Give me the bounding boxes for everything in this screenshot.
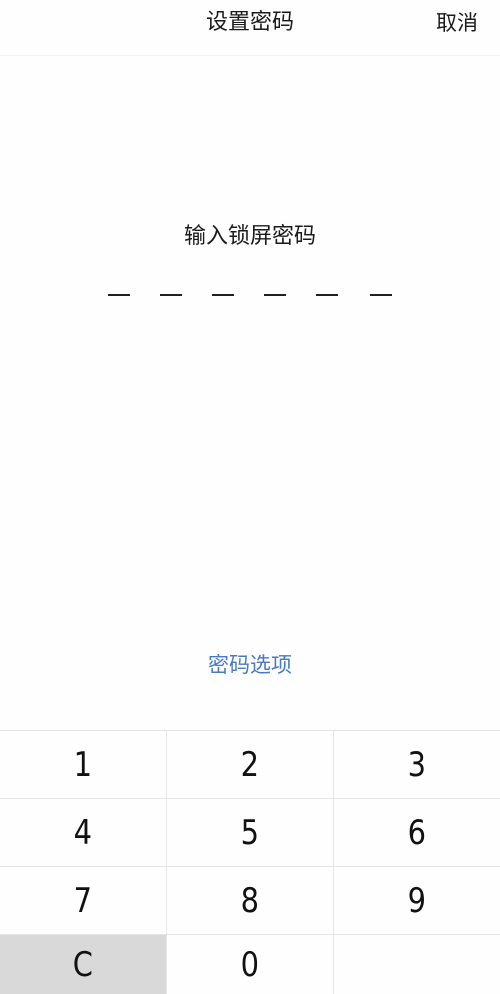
key-5[interactable]: 5 bbox=[167, 799, 334, 867]
key-4-label: 4 bbox=[73, 812, 93, 853]
pin-slot-3 bbox=[212, 294, 234, 296]
password-options-link[interactable]: 密码选项 bbox=[0, 650, 500, 680]
key-0-label: 0 bbox=[240, 945, 260, 985]
key-2-label: 2 bbox=[240, 744, 260, 785]
key-9[interactable]: 9 bbox=[334, 867, 500, 935]
pin-slot-1 bbox=[108, 294, 130, 296]
key-5-label: 5 bbox=[240, 812, 260, 853]
key-8-label: 8 bbox=[240, 880, 260, 921]
key-3-label: 3 bbox=[407, 744, 427, 785]
pin-slot-5 bbox=[316, 294, 338, 296]
key-7[interactable]: 7 bbox=[0, 867, 167, 935]
empty-key bbox=[334, 935, 500, 994]
key-0[interactable]: 0 bbox=[167, 935, 334, 994]
key-1[interactable]: 1 bbox=[0, 731, 167, 799]
key-2[interactable]: 2 bbox=[167, 731, 334, 799]
pin-slot-2 bbox=[160, 294, 182, 296]
page-title: 设置密码 bbox=[205, 10, 294, 35]
key-8[interactable]: 8 bbox=[167, 867, 334, 935]
clear-key-label: C bbox=[72, 945, 94, 985]
pin-slot-4 bbox=[264, 294, 286, 296]
top-bar: 设置密码 取消 bbox=[0, 0, 500, 56]
key-9-label: 9 bbox=[407, 880, 427, 921]
cancel-button[interactable]: 取消 bbox=[436, 8, 478, 38]
pin-prompt: 输入锁屏密码 bbox=[183, 224, 316, 249]
key-4[interactable]: 4 bbox=[0, 799, 167, 867]
key-1-label: 1 bbox=[73, 744, 93, 785]
pin-slot-6 bbox=[370, 294, 392, 296]
key-3[interactable]: 3 bbox=[334, 731, 500, 799]
clear-key[interactable]: C bbox=[0, 935, 167, 994]
key-7-label: 7 bbox=[73, 880, 93, 921]
numeric-keypad: 1 2 3 4 5 6 7 8 9 C 0 bbox=[0, 730, 500, 994]
key-6[interactable]: 6 bbox=[334, 799, 500, 867]
set-password-screen: 设置密码 取消 输入锁屏密码 密码选项 1 2 3 4 5 6 7 8 9 C … bbox=[0, 0, 500, 994]
pin-slots bbox=[108, 294, 392, 297]
key-6-label: 6 bbox=[407, 812, 427, 853]
